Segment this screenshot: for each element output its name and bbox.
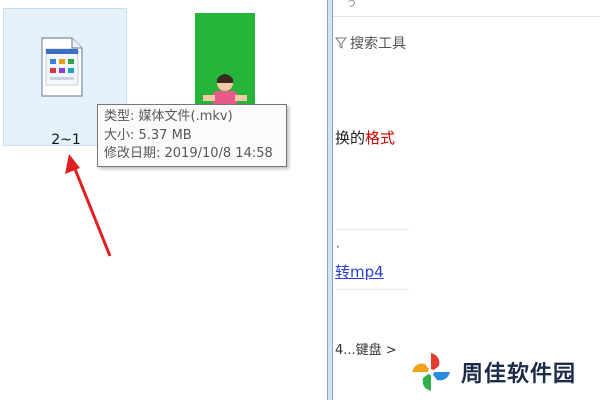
top-bar: ぅ: [333, 0, 600, 17]
bullet-dot: ·: [336, 240, 340, 254]
snippet-highlight: 格式: [365, 129, 396, 147]
snippet-prefix: 换的: [335, 129, 366, 147]
child-figure-image: [203, 74, 247, 108]
file-info-tooltip: 类型: 媒体文件(.mkv) 大小: 5.37 MB 修改日期: 2019/10…: [97, 104, 287, 167]
video-thumbnail[interactable]: [195, 13, 255, 108]
filter-icon: [335, 37, 347, 49]
browser-pane: ぅ 搜索工具 换的格式 · 转mp4 4...键盘 > 周佳软件园: [333, 0, 600, 400]
brand-name: 周佳软件园: [461, 362, 577, 387]
tooltip-size: 大小: 5.37 MB: [104, 127, 192, 143]
result-snippet: 换的格式: [335, 127, 395, 148]
result-separator: [335, 229, 409, 230]
tooltip-modified: 修改日期: 2019/10/8 14:58: [104, 146, 273, 161]
tooltip-type: 类型: 媒体文件(.mkv): [104, 109, 233, 124]
related-link-keyboard[interactable]: 4...键盘 >: [335, 339, 397, 358]
result-link-mp4[interactable]: 转mp4: [335, 261, 384, 282]
search-tools-label: 搜索工具: [350, 36, 406, 52]
pinwheel-logo-icon: [412, 353, 450, 391]
search-tools-button[interactable]: 搜索工具: [335, 33, 406, 53]
file-explorer-pane: 2~1 类型: 媒体文件(.mkv) 大小: 5.37 MB 修改日期: 201…: [0, 0, 327, 400]
brand-watermark: 周佳软件园: [409, 350, 576, 394]
top-text-fragment: ぅ: [345, 0, 359, 10]
result-separator: [335, 289, 409, 290]
media-file-icon: [41, 37, 83, 97]
